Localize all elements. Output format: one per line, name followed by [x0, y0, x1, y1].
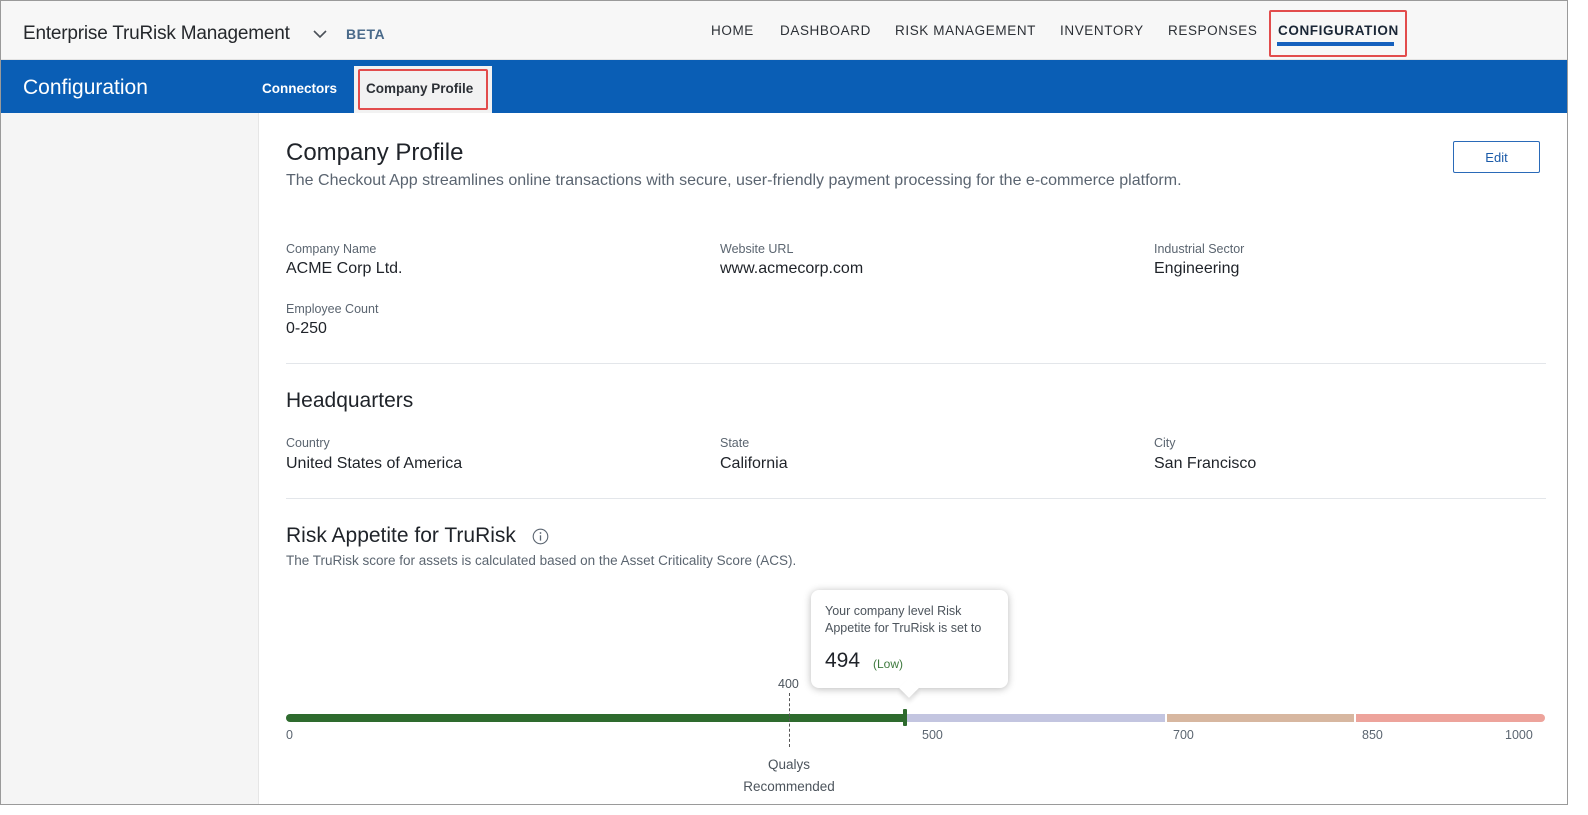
state-value: California	[720, 455, 788, 472]
industrial-sector-label: Industrial Sector	[1154, 242, 1245, 256]
tooltip-level: (Low)	[873, 657, 904, 671]
slider-track-critical[interactable]	[1356, 714, 1545, 722]
tick-label-0: 0	[286, 728, 293, 742]
section-title: Configuration	[23, 76, 148, 99]
industrial-sector-value: Engineering	[1154, 260, 1240, 277]
main-content: Company Profile The Checkout App streaml…	[260, 113, 1567, 804]
nav-responses[interactable]: RESPONSES	[1168, 23, 1257, 38]
company-name-label: Company Name	[286, 242, 377, 256]
edit-button[interactable]: Edit	[1453, 141, 1540, 173]
divider	[286, 363, 1546, 364]
employee-count-label: Employee Count	[286, 302, 379, 316]
country-value: United States of America	[286, 455, 463, 472]
top-app-bar: Enterprise TruRisk Management BETA HOME …	[1, 1, 1567, 60]
recommended-label: Qualys Recommended	[743, 757, 835, 794]
page-title: Company Profile	[286, 139, 464, 166]
country-label: Country	[286, 436, 330, 450]
risk-appetite-tooltip: Your company level Risk Appetite for Tru…	[811, 590, 1008, 688]
tooltip-value: 494	[825, 649, 861, 672]
slider-track-high[interactable]	[1167, 714, 1354, 722]
city-label: City	[1154, 436, 1176, 450]
nav-configuration-highlight	[1269, 10, 1407, 57]
nav-home[interactable]: HOME	[711, 23, 754, 38]
tab-company-profile-highlight	[358, 69, 488, 110]
employee-count-value: 0-250	[286, 320, 327, 337]
risk-appetite-description: The TruRisk score for assets is calculat…	[286, 553, 797, 568]
tooltip-text: Your company level Risk Appetite for Tru…	[825, 604, 982, 635]
section-header: Configuration Connectors Company Profile	[1, 60, 1567, 113]
nav-risk-management[interactable]: RISK MANAGEMENT	[895, 23, 1036, 38]
tick-label-500: 500	[922, 728, 943, 742]
recommended-marker	[789, 693, 790, 747]
slider-thumb[interactable]	[903, 709, 908, 726]
app-window: Enterprise TruRisk Management BETA HOME …	[0, 0, 1568, 805]
city-value: San Francisco	[1154, 455, 1257, 472]
left-sidebar	[1, 113, 259, 804]
state-label: State	[720, 436, 750, 450]
tab-connectors[interactable]: Connectors	[262, 81, 337, 96]
tick-label-700: 700	[1173, 728, 1194, 742]
slider-track-low[interactable]	[286, 714, 906, 722]
page-description: The Checkout App streamlines online tran…	[286, 172, 1182, 189]
website-url-label: Website URL	[720, 242, 794, 256]
recommended-value: 400	[778, 677, 799, 691]
tick-label-1000: 1000	[1505, 728, 1533, 742]
risk-appetite-title: Risk Appetite for TruRisk	[286, 524, 516, 547]
slider-track-medium[interactable]	[906, 714, 1165, 722]
nav-inventory[interactable]: INVENTORY	[1060, 23, 1144, 38]
divider	[286, 498, 1546, 499]
website-url-value: www.acmecorp.com	[720, 260, 864, 277]
nav-dashboard[interactable]: DASHBOARD	[780, 23, 871, 38]
info-icon[interactable]	[532, 528, 549, 545]
tick-label-850: 850	[1362, 728, 1383, 742]
headquarters-title: Headquarters	[286, 389, 414, 412]
company-name-value: ACME Corp Ltd.	[286, 260, 403, 277]
